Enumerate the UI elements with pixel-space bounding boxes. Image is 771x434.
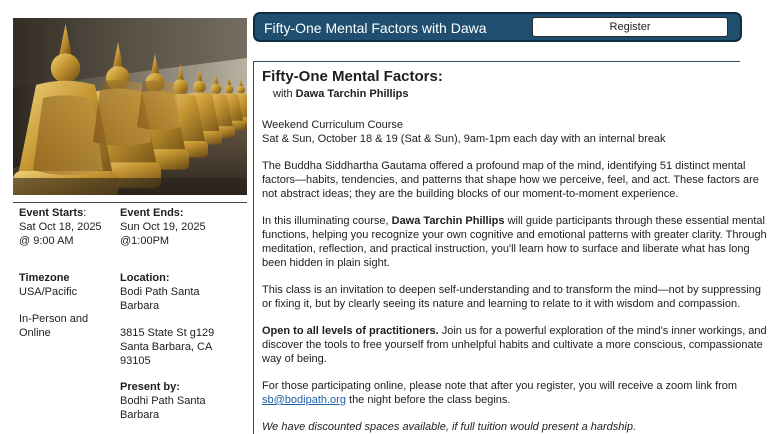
- event-starts-date: Sat Oct 18, 2025: [19, 221, 102, 233]
- course-schedule: Weekend Curriculum Course Sat & Sun, Oct…: [262, 118, 770, 146]
- present-by-value: Bodhi Path Santa Barbara: [120, 395, 206, 421]
- event-starts-time: @ 9:00 AM: [19, 235, 74, 247]
- paragraph-intro: The Buddha Siddhartha Gautama offered a …: [262, 160, 759, 200]
- event-starts-block: Event Starts: Sat Oct 18, 2025 @ 9:00 AM: [19, 206, 115, 248]
- timezone-block: Timezone USA/Pacific: [19, 271, 115, 299]
- address-city: Santa Barbara, CA: [120, 341, 213, 353]
- timezone-value: USA/Pacific: [19, 286, 78, 298]
- location-name: Bodi Path Santa Barbara: [120, 286, 200, 312]
- location-label: Location:: [120, 272, 170, 284]
- paragraph-online: For those participating online, please n…: [262, 380, 738, 406]
- event-ends-label: Event Ends:: [120, 207, 184, 219]
- course-title: Fifty-One Mental Factors:: [262, 68, 443, 85]
- content-top-divider: [253, 61, 740, 62]
- presenter-block: Present by: Bodhi Path Santa Barbara: [120, 380, 238, 422]
- course-header-title: Fifty-One Mental Factors with Dawa: [264, 20, 487, 36]
- paragraph-levels: Open to all levels of practitioners. Joi…: [262, 325, 767, 365]
- present-by-label: Present by:: [120, 381, 180, 393]
- event-ends-block: Event Ends: Sun Oct 19, 2025 @1:00PM: [120, 206, 240, 248]
- address-street: 3815 State St g129: [120, 327, 215, 339]
- event-starts-label: Event Starts:: [19, 207, 87, 219]
- event-ends-time: @1:00PM: [120, 235, 170, 247]
- course-description: Fifty-One Mental Factors: with Dawa Tarc…: [262, 68, 770, 434]
- event-ends-date: Sun Oct 19, 2025: [120, 221, 206, 233]
- timezone-label: Timezone: [19, 272, 70, 284]
- course-type: Weekend Curriculum Course: [262, 119, 404, 131]
- course-teacher-line: with Dawa Tarchin Phillips: [273, 88, 409, 100]
- location-block: Location: Bodi Path Santa Barbara: [120, 271, 238, 313]
- course-header-bar: Fifty-One Mental Factors with Dawa Regis…: [253, 12, 742, 42]
- buddha-statues-photo-icon: [13, 18, 247, 195]
- attendance-format: In-Person and Online: [19, 313, 89, 339]
- paragraph-invitation: This class is an invitation to deepen se…: [262, 284, 761, 310]
- levels-highlight: Open to all levels of practitioners.: [262, 325, 439, 337]
- contact-email-link[interactable]: sb@bodipath.org: [262, 394, 346, 406]
- teacher-name: Dawa Tarchin Phillips: [295, 88, 409, 100]
- hero-image: [13, 18, 247, 195]
- address-zip: 93105: [120, 355, 151, 367]
- register-button[interactable]: Register: [532, 17, 728, 37]
- course-dates: Sat & Sun, October 18 & 19 (Sat & Sun), …: [262, 133, 666, 145]
- address-block: 3815 State St g129 Santa Barbara, CA 931…: [120, 326, 240, 368]
- paragraph-course: In this illuminating course, Dawa Tarchi…: [262, 215, 767, 269]
- paragraph-discount: We have discounted spaces available, if …: [262, 421, 637, 433]
- content-left-divider: [253, 61, 254, 434]
- left-divider: [13, 202, 247, 203]
